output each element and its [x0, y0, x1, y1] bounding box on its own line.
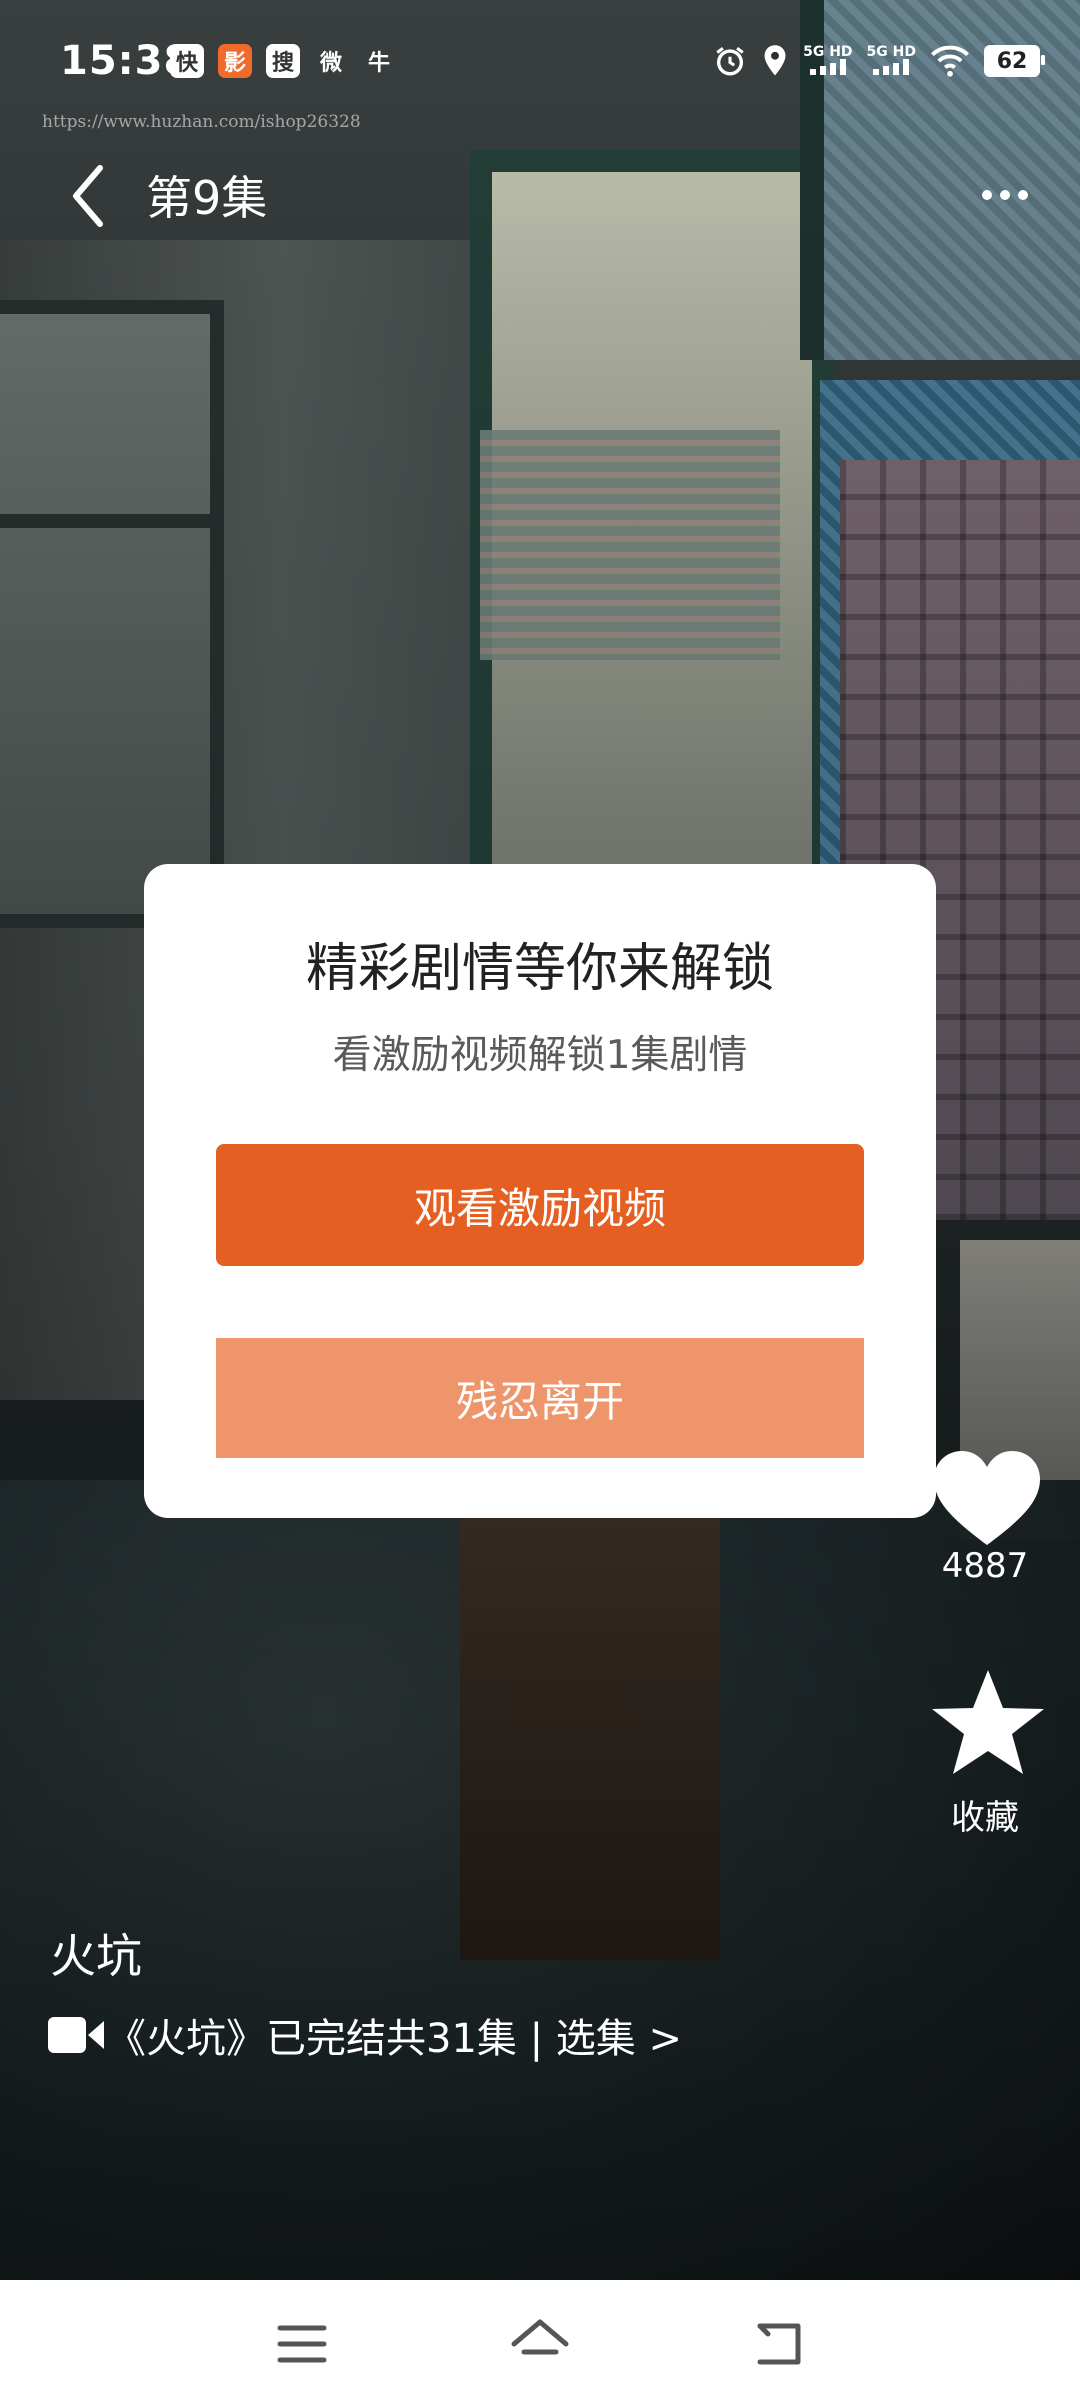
signal-1-label: 5G HD — [803, 43, 853, 60]
more-dot — [1000, 190, 1010, 200]
system-indicators: 5G HD 5G HD 62 — [713, 43, 1045, 78]
dialog-subtitle: 看激励视频解锁1集剧情 — [332, 1033, 748, 1078]
yingshi-app-icon: 影 — [218, 44, 252, 78]
signal-bars-icon — [873, 58, 910, 75]
battery-indicator: 62 — [984, 45, 1045, 77]
cow-app-icon: 牛 — [367, 51, 390, 76]
drama-title: 火坑 — [50, 1929, 142, 1983]
alarm-icon — [716, 47, 744, 76]
episode-title: 第9集 — [146, 171, 268, 225]
like-count: 4887 — [941, 1546, 1029, 1586]
notification-icons: 快 影 搜 微 牛 — [170, 44, 396, 78]
dialog-title: 精彩剧情等你来解锁 — [305, 939, 774, 999]
unlock-dialog: 精彩剧情等你来解锁 看激励视频解锁1集剧情 观看激励视频 残忍离开 — [144, 864, 936, 1518]
kuaishou-app-icon: 快 — [170, 44, 204, 78]
system-nav-bar — [0, 2280, 1080, 2408]
more-dots-icon[interactable] — [970, 170, 1040, 220]
more-dot — [1018, 190, 1028, 200]
leave-button[interactable]: 残忍离开 — [216, 1338, 864, 1458]
star-icon[interactable] — [928, 1668, 1048, 1778]
wifi-icon — [931, 45, 969, 77]
search-app-icon: 搜 — [266, 44, 300, 78]
menu-icon[interactable] — [270, 2312, 334, 2376]
signal-bars-icon — [809, 58, 846, 75]
episode-selector-text: 《火坑》已完结共31集 | 选集 > — [106, 2016, 683, 2062]
video-camera-icon — [48, 2017, 104, 2053]
signal-2-label: 5G HD — [866, 43, 916, 60]
weibo-app-icon: 微 — [319, 51, 342, 76]
back-icon[interactable] — [748, 2312, 812, 2376]
status-bar: 15:38 快 影 搜 微 牛 5G HD 5G HD 62 — [0, 0, 1080, 120]
watch-ad-button[interactable]: 观看激励视频 — [216, 1144, 864, 1266]
home-icon[interactable] — [508, 2312, 572, 2376]
location-icon — [764, 45, 786, 76]
back-arrow-icon[interactable] — [60, 160, 120, 232]
watermark-url: https://www.huzhan.com/ishop26328 — [42, 112, 361, 132]
episode-selector[interactable]: 《火坑》已完结共31集 | 选集 > — [48, 2006, 682, 2064]
signal-1: 5G HD — [803, 43, 853, 78]
favorite-label: 收藏 — [951, 1798, 1019, 1838]
more-dot — [982, 190, 992, 200]
signal-2: 5G HD — [867, 45, 916, 78]
